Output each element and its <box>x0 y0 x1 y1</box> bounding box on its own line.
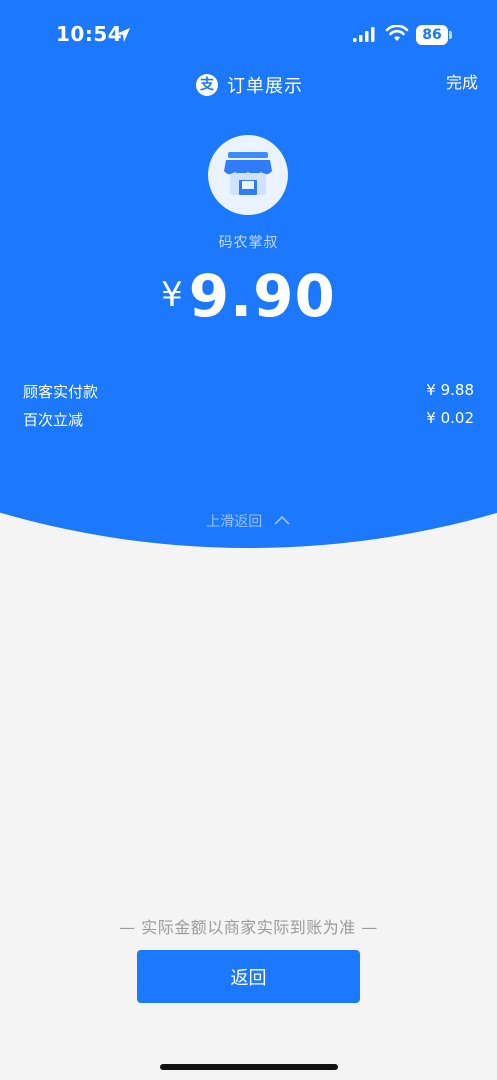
back-button[interactable]: 返回 <box>137 950 360 1003</box>
amount-value: 9.90 <box>188 262 336 330</box>
home-indicator[interactable] <box>160 1064 338 1070</box>
detail-label: 百次立减 <box>23 411 84 429</box>
nav-title: 支 订单展示 <box>196 73 303 97</box>
merchant-name: 码农掌叔 <box>218 235 279 251</box>
status-time: 10:54 <box>56 22 123 46</box>
swipe-back-hint[interactable]: 上滑返回 <box>0 511 497 531</box>
detail-value: ¥ 9.88 <box>426 381 474 399</box>
status-bar: 10:54 86 <box>0 0 497 72</box>
done-button[interactable]: 完成 <box>446 69 478 93</box>
detail-row-discount: 百次立减 ¥ 0.02 <box>23 409 474 430</box>
battery-icon: 86 <box>416 25 448 45</box>
chevron-up-icon <box>273 514 291 530</box>
detail-label: 顾客实付款 <box>23 383 99 401</box>
detail-row-paid: 顾客实付款 ¥ 9.88 <box>23 381 474 402</box>
page-title: 订单展示 <box>227 76 303 97</box>
detail-value: ¥ 0.02 <box>426 409 474 427</box>
currency-symbol: ¥ <box>161 275 183 315</box>
alipay-logo-icon: 支 <box>196 74 218 96</box>
settlement-notice: — 实际金额以商家实际到账为准 — <box>119 918 378 937</box>
wifi-icon <box>385 24 409 47</box>
shop-icon <box>208 135 288 215</box>
battery-tip <box>449 31 452 39</box>
location-arrow-icon <box>115 27 131 47</box>
signal-icon <box>352 27 378 47</box>
payment-amount: ¥9.90 <box>0 262 497 330</box>
swipe-hint-label: 上滑返回 <box>206 514 263 530</box>
